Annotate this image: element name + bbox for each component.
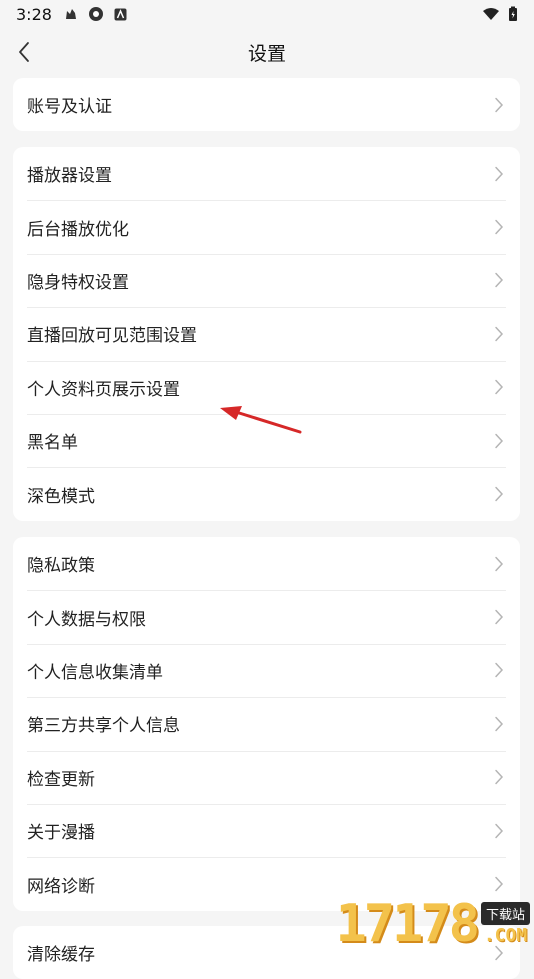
aperture-notification-icon — [88, 7, 103, 21]
settings-item-dark-mode[interactable]: 深色模式 — [13, 467, 520, 520]
settings-item-label: 隐私政策 — [27, 556, 95, 577]
settings-item-label: 播放器设置 — [27, 166, 112, 187]
chevron-right-icon — [492, 377, 506, 397]
chevron-right-icon — [492, 270, 506, 290]
chevron-right-icon — [492, 660, 506, 680]
watermark-badge: 下载站 — [480, 902, 530, 925]
chevron-right-icon — [492, 607, 506, 627]
watermark-logo: 17178 下载站 .COM — [310, 890, 530, 950]
chevron-right-icon — [492, 821, 506, 841]
chevron-right-icon — [492, 767, 506, 787]
chevron-right-icon — [492, 95, 506, 115]
chevron-right-icon — [492, 484, 506, 504]
settings-item-third-party-sharing[interactable]: 第三方共享个人信息 — [13, 697, 520, 750]
cat-notification-icon — [65, 9, 76, 19]
status-time: 3:28 — [16, 4, 52, 24]
notification-icons — [64, 6, 127, 22]
settings-group-privacy: 隐私政策 个人数据与权限 个人信息收集清单 第三方共享个人信息 检查更新 关于漫… — [13, 537, 520, 911]
watermark-number: 17178 — [335, 894, 480, 954]
settings-item-label: 账号及认证 — [27, 97, 112, 117]
settings-item-label: 个人资料页展示设置 — [27, 379, 180, 400]
settings-item-label: 个人信息收集清单 — [27, 662, 163, 683]
wifi-icon — [483, 8, 499, 20]
chevron-right-icon — [492, 217, 506, 237]
settings-item-check-update[interactable]: 检查更新 — [13, 750, 520, 804]
battery-icon — [509, 6, 517, 21]
settings-item-label: 清除缓存 — [27, 945, 95, 966]
annotation-arrow-icon — [220, 406, 302, 434]
settings-item-info-collection[interactable]: 个人信息收集清单 — [13, 643, 520, 697]
status-bar: 3:28 — [0, 0, 534, 28]
settings-item-label: 第三方共享个人信息 — [27, 716, 180, 737]
settings-item-background-playback[interactable]: 后台播放优化 — [13, 200, 520, 253]
chevron-left-icon — [19, 42, 29, 62]
settings-group-account: 账号及认证 — [13, 78, 520, 131]
app-notification-icon — [114, 8, 127, 20]
settings-item-label: 后台播放优化 — [27, 219, 129, 240]
settings-item-label: 深色模式 — [27, 486, 95, 507]
chevron-right-icon — [492, 324, 506, 344]
chevron-right-icon — [492, 554, 506, 574]
settings-group-playback: 播放器设置 后台播放优化 隐身特权设置 直播回放可见范围设置 个人资料页展示设置… — [13, 147, 520, 521]
settings-item-label: 个人数据与权限 — [27, 609, 146, 630]
chevron-right-icon — [492, 714, 506, 734]
settings-item-privacy-policy[interactable]: 隐私政策 — [13, 537, 520, 590]
settings-item-replay-visibility[interactable]: 直播回放可见范围设置 — [13, 307, 520, 360]
settings-item-player[interactable]: 播放器设置 — [13, 147, 520, 200]
system-icons — [482, 6, 518, 22]
settings-item-label: 关于漫播 — [27, 823, 95, 844]
settings-item-account-verification[interactable]: 账号及认证 — [13, 78, 520, 131]
settings-item-label: 直播回放可见范围设置 — [27, 326, 197, 347]
page-title: 设置 — [247, 42, 286, 65]
chevron-right-icon — [492, 431, 506, 451]
settings-item-data-permissions[interactable]: 个人数据与权限 — [13, 590, 520, 643]
top-bar: 设置 — [0, 28, 534, 76]
settings-item-stealth-privilege[interactable]: 隐身特权设置 — [13, 253, 520, 307]
settings-item-about[interactable]: 关于漫播 — [13, 803, 520, 857]
watermark-side: 下载站 .COM — [480, 902, 530, 946]
settings-item-label: 网络诊断 — [27, 876, 95, 897]
watermark-suffix: .COM — [483, 925, 528, 946]
chevron-right-icon — [492, 164, 506, 184]
settings-item-label: 检查更新 — [27, 769, 95, 790]
back-button[interactable] — [10, 38, 38, 66]
settings-item-label: 隐身特权设置 — [27, 272, 129, 293]
settings-item-label: 黑名单 — [27, 433, 78, 454]
